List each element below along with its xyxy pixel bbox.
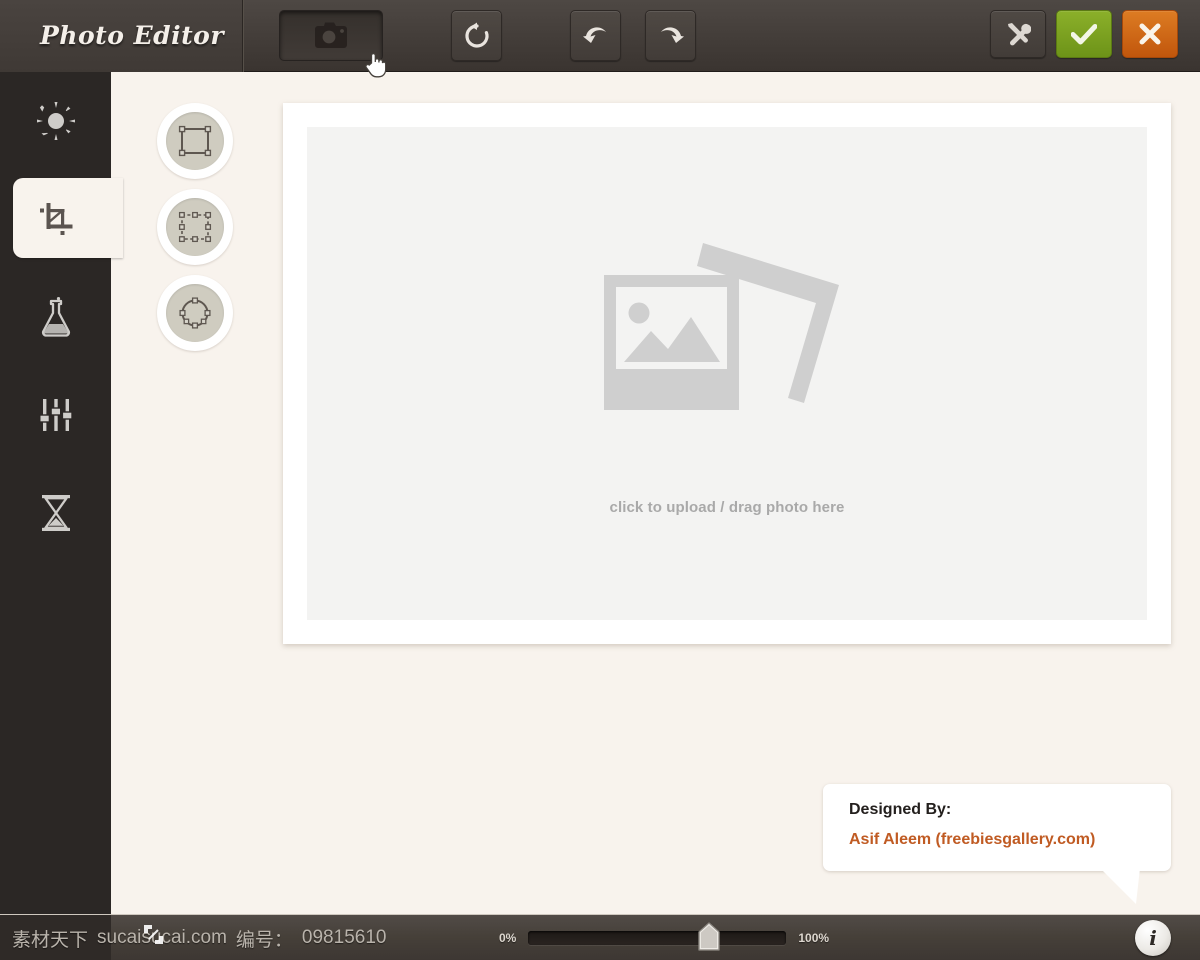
crop-shape-tools [157, 103, 233, 351]
circle-handles-icon [179, 297, 211, 329]
reset-button[interactable] [451, 10, 502, 61]
rectangle-handles-icon [178, 125, 212, 157]
crop-shape-freeform[interactable] [157, 189, 233, 265]
credit-bubble: Designed By: Asif Aleem (freebiesgallery… [823, 784, 1171, 871]
status-bar: 0% 100% [0, 914, 1200, 960]
status-bar-left-panel [0, 915, 111, 960]
app-title: Photo Editor [40, 21, 225, 50]
redo-arrow-icon [660, 26, 684, 43]
info-button[interactable]: i [1135, 920, 1171, 956]
info-glyph: i [1149, 926, 1157, 950]
crop-shape-freeform-bg [166, 198, 224, 256]
wrench-screwdriver-icon [1008, 23, 1031, 46]
credit-author-link[interactable]: Asif Aleem (freebiesgallery.com) [849, 831, 1171, 849]
cancel-button[interactable] [1122, 10, 1178, 58]
crop-shape-ellipse[interactable] [157, 275, 233, 351]
sidebar-item-effects[interactable] [0, 268, 111, 366]
sidebar-item-crop[interactable] [0, 170, 123, 268]
left-sidebar [0, 72, 123, 914]
crop-shape-ellipse-bg [166, 284, 224, 342]
photo-editor-window: Photo Editor click to upload / drag phot… [0, 0, 1200, 960]
close-x-icon [1139, 23, 1161, 45]
toolbar-left-group [279, 10, 696, 61]
camera-button[interactable] [279, 10, 383, 61]
app-brand: Photo Editor [0, 0, 243, 72]
credit-label: Designed By: [849, 801, 952, 818]
rotate-ccw-icon [464, 22, 489, 48]
photo-canvas-frame: click to upload / drag photo here [283, 103, 1171, 644]
tools-button[interactable] [990, 10, 1046, 58]
crop-icon [39, 203, 72, 235]
zoom-slider-group: 0% 100% [499, 915, 829, 960]
photo-dropzone[interactable]: click to upload / drag photo here [307, 127, 1147, 620]
sidebar-item-adjust[interactable] [0, 366, 111, 464]
sidebar-item-history[interactable] [0, 464, 111, 562]
zoom-max-label: 100% [798, 931, 830, 945]
undo-button[interactable] [570, 10, 621, 61]
toolbar-right-group [990, 10, 1178, 58]
zoom-slider-handle[interactable] [697, 922, 721, 952]
camera-icon [315, 22, 347, 48]
credit-bubble-tail [1100, 868, 1140, 904]
zoom-min-label: 0% [499, 931, 517, 945]
zoom-slider-track[interactable] [528, 922, 787, 951]
hourglass-icon [41, 495, 70, 531]
crop-shape-rectangle-bg [166, 112, 224, 170]
sun-icon [36, 102, 75, 140]
two-photos-icon [604, 243, 839, 410]
flask-icon [41, 297, 70, 337]
apply-button[interactable] [1056, 10, 1112, 58]
dropzone-label: click to upload / drag photo here [609, 499, 845, 516]
crop-shape-rectangle[interactable] [157, 103, 233, 179]
sidebar-item-brightness[interactable] [0, 72, 111, 170]
top-toolbar: Photo Editor [0, 0, 1200, 78]
sliders-icon [38, 399, 73, 431]
rectangle-eight-handles-icon [178, 211, 212, 243]
redo-button[interactable] [645, 10, 696, 61]
check-icon [1071, 24, 1097, 45]
undo-arrow-icon [582, 26, 606, 43]
